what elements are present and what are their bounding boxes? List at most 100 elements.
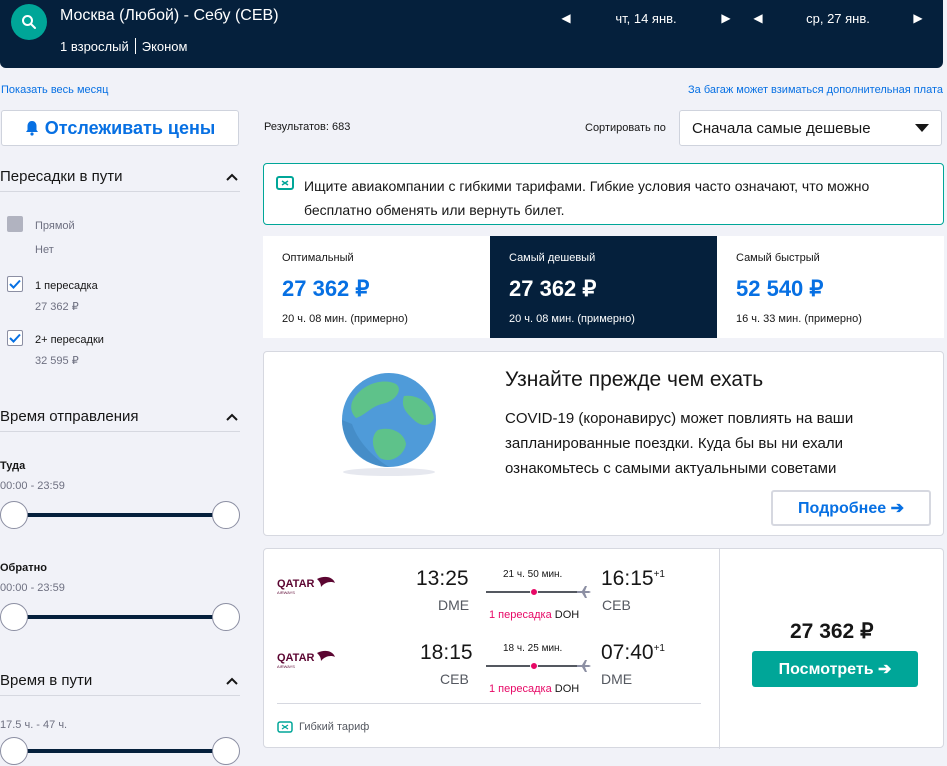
results-count: Результатов: 683: [264, 121, 351, 133]
stop-dot: [530, 662, 538, 670]
slider-min-handle[interactable]: [0, 501, 28, 529]
tab-duration: 16 ч. 33 мин. (примерно): [736, 313, 862, 325]
sort-tabs: Оптимальный 27 362 ₽ 20 ч. 08 мин. (прим…: [263, 236, 944, 338]
arrival-time: 07:40+1: [601, 641, 665, 664]
chevron-up-icon[interactable]: [224, 673, 240, 689]
covid-title: Узнайте прежде чем ехать: [505, 368, 764, 391]
passenger-summary[interactable]: 1 взрослый Эконом: [60, 38, 187, 54]
cabin-label: Эконом: [141, 38, 188, 54]
outbound-range: 00:00 - 23:59: [0, 480, 65, 492]
tab-label: Самый быстрый: [736, 252, 820, 264]
stop-option-price: 27 362 ₽: [35, 301, 79, 313]
journey-time-filter-header[interactable]: Время в пути: [0, 666, 240, 696]
stops-filter-title: Пересадки в пути: [0, 168, 123, 185]
tab-cheapest[interactable]: Самый дешевый 27 362 ₽ 20 ч. 08 мин. (пр…: [490, 236, 717, 338]
chevron-up-icon[interactable]: [224, 169, 240, 185]
flexible-fares-banner: Ищите авиакомпании с гибкими тарифами. Г…: [263, 163, 944, 225]
slider-track: [14, 615, 226, 619]
tab-duration: 20 ч. 08 мин. (примерно): [282, 313, 408, 325]
leg-duration: 18 ч. 25 мин.: [503, 643, 563, 654]
outbound-label: Туда: [0, 460, 26, 472]
return-label: Обратно: [0, 562, 47, 574]
journey-time-slider: [0, 736, 240, 766]
stop-dot: [530, 588, 538, 596]
search-summary-bar: Москва (Любой) - Себу (CEB) 1 взрослый Э…: [0, 0, 943, 68]
track-prices-button[interactable]: Отслеживать цены: [1, 110, 239, 146]
baggage-fee-link[interactable]: За багаж может взиматься дополнительная …: [688, 84, 943, 96]
slider-track: [14, 513, 226, 517]
divider: [277, 703, 701, 704]
flight-result-card[interactable]: QATAR AIRWAYS 13:25 DME 21 ч. 50 мин. 16…: [263, 548, 944, 749]
plane-icon: [577, 660, 591, 672]
depart-date-picker: ◀ чт, 14 янв. ▶: [556, 8, 736, 28]
slider-min-handle[interactable]: [0, 603, 28, 631]
search-button[interactable]: [11, 4, 47, 40]
route-title[interactable]: Москва (Любой) - Себу (CEB): [60, 7, 279, 25]
journey-time-range: 17.5 ч. - 47 ч.: [0, 719, 68, 731]
sort-select[interactable]: Сначала самые дешевые: [679, 110, 942, 146]
return-time-slider: [0, 602, 240, 632]
slider-max-handle[interactable]: [212, 737, 240, 765]
chevron-up-icon[interactable]: [224, 409, 240, 425]
svg-text:AIRWAYS: AIRWAYS: [277, 590, 295, 595]
check-icon: [9, 333, 21, 343]
sort-value: Сначала самые дешевые: [692, 119, 871, 137]
return-leg: QATAR AIRWAYS 18:15 CEB 18 ч. 25 мин. 07…: [264, 641, 719, 701]
departure-time: 18:15: [420, 641, 473, 664]
flexible-fares-text: Ищите авиакомпании с гибкими тарифами. Г…: [304, 178, 870, 218]
return-date-picker: ◀ ср, 27 янв. ▶: [748, 8, 928, 28]
slider-max-handle[interactable]: [212, 603, 240, 631]
show-month-link[interactable]: Показать весь месяц: [1, 84, 108, 96]
return-range: 00:00 - 23:59: [0, 582, 65, 594]
track-prices-label: Отслеживать цены: [44, 117, 216, 138]
journey-time-filter-title: Время в пути: [0, 672, 93, 689]
outbound-time-slider: [0, 500, 240, 530]
tab-price: 27 362 ₽: [509, 276, 597, 301]
tab-best[interactable]: Оптимальный 27 362 ₽ 20 ч. 08 мин. (прим…: [263, 236, 490, 338]
divider: [134, 38, 136, 54]
flexible-fare-tag: Гибкий тариф: [277, 721, 369, 733]
arrival-time: 16:15+1: [601, 567, 665, 590]
sort-label: Сортировать по: [585, 122, 666, 134]
slider-track: [14, 749, 226, 753]
flexible-fare-label: Гибкий тариф: [299, 721, 370, 733]
prev-depart-date-button[interactable]: ◀: [556, 8, 576, 28]
covid-description: COVID-19 (коронавирус) может повлиять на…: [505, 410, 854, 477]
checkbox-2-plus-stops[interactable]: [7, 330, 23, 346]
stops-info: 1 пересадка DOH: [489, 683, 580, 695]
next-return-date-button[interactable]: ▶: [908, 8, 928, 28]
slider-max-handle[interactable]: [212, 501, 240, 529]
tab-fastest[interactable]: Самый быстрый 52 540 ₽ 16 ч. 33 мин. (пр…: [717, 236, 944, 338]
flight-price: 27 362 ₽: [790, 620, 874, 643]
depart-date[interactable]: чт, 14 янв.: [576, 11, 716, 26]
checkbox-direct[interactable]: [7, 216, 23, 232]
stops-filter-header[interactable]: Пересадки в пути: [0, 162, 240, 192]
view-deal-button[interactable]: Посмотреть ➔: [752, 651, 918, 687]
tab-price: 52 540 ₽: [736, 276, 824, 301]
departure-time-filter-header[interactable]: Время отправления: [0, 402, 240, 432]
learn-more-button[interactable]: Подробнее ➔: [771, 490, 931, 526]
svg-text:QATAR: QATAR: [277, 652, 315, 664]
tab-duration: 20 ч. 08 мин. (примерно): [509, 313, 635, 325]
ticket-icon: [277, 721, 293, 733]
arrival-airport: CEB: [602, 597, 631, 613]
stop-option-label: Прямой: [35, 220, 75, 232]
passengers-label: 1 взрослый: [60, 38, 129, 54]
arrival-airport: DME: [601, 671, 633, 687]
outbound-leg: QATAR AIRWAYS 13:25 DME 21 ч. 50 мин. 16…: [264, 567, 719, 627]
departure-time: 13:25: [416, 567, 469, 590]
check-icon: [9, 279, 21, 289]
bell-icon: [25, 121, 38, 136]
ticket-icon: [276, 176, 294, 190]
checkbox-1-stop[interactable]: [7, 276, 23, 292]
svg-text:AIRWAYS: AIRWAYS: [277, 664, 295, 669]
qatar-airways-logo: QATAR AIRWAYS: [277, 576, 335, 595]
globe-illustration: [342, 373, 436, 476]
slider-min-handle[interactable]: [0, 737, 28, 765]
next-depart-date-button[interactable]: ▶: [716, 8, 736, 28]
stops-info: 1 пересадка DOH: [489, 609, 580, 621]
return-date[interactable]: ср, 27 янв.: [768, 11, 908, 26]
prev-return-date-button[interactable]: ◀: [748, 8, 768, 28]
tab-price: 27 362 ₽: [282, 276, 370, 301]
plane-icon: [577, 586, 591, 598]
